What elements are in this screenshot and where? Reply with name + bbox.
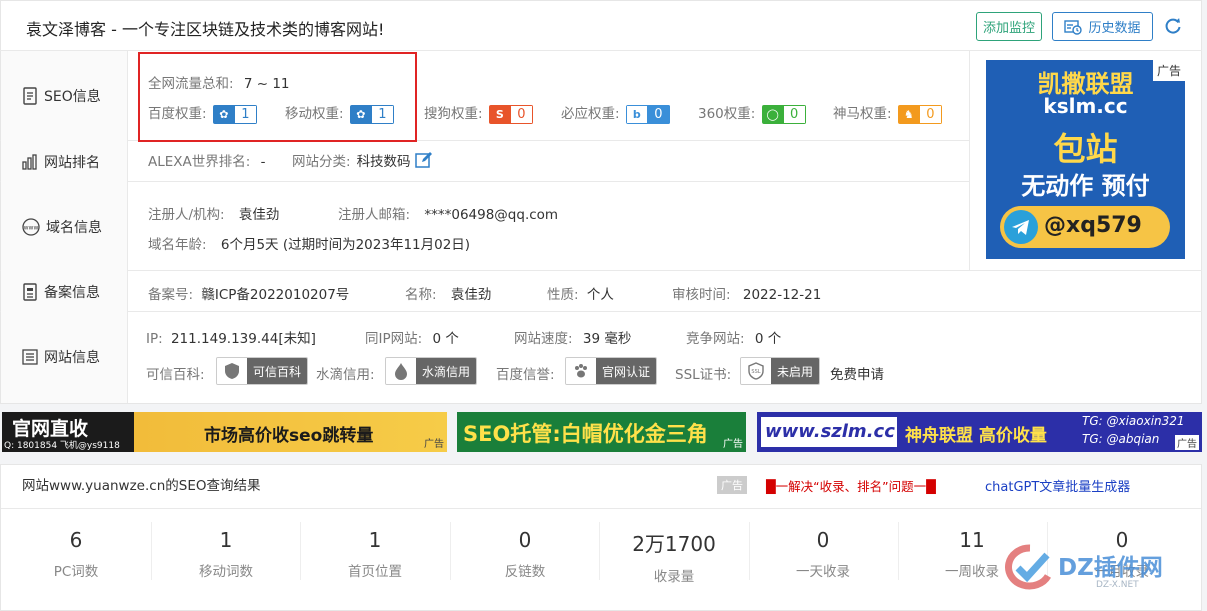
ssl-apply-link[interactable]: 免费申请 xyxy=(830,363,884,383)
www-globe-icon: www xyxy=(22,218,40,236)
credit-shuidi-badge[interactable]: 水滴信用 xyxy=(385,357,478,385)
weight-sogou[interactable]: 搜狗权重: S0 xyxy=(424,102,533,124)
divider xyxy=(0,181,969,182)
contact-pill: @xq579 xyxy=(1000,206,1170,248)
ip-address: IP: 211.149.139.44[未知] xyxy=(146,331,316,347)
site-speed: 网站速度: 39 毫秒 xyxy=(514,331,632,347)
banner-ad-2[interactable]: SEO托管:白帽优化金三角 广告 xyxy=(457,412,746,452)
divider xyxy=(0,270,1202,271)
divider xyxy=(969,50,970,270)
bar-chart-icon xyxy=(22,154,37,170)
domain-age: 域名年龄: 6个月5天 (过期时间为2023年11月02日) xyxy=(148,237,471,253)
stat-indexed[interactable]: 2万1700 收录量 xyxy=(599,508,749,585)
drop-icon xyxy=(386,358,416,384)
icp-number: 备案号: 赣ICP备2022010207号 xyxy=(148,287,350,303)
same-ip-sites[interactable]: 同IP网站: 0 个 xyxy=(365,327,459,347)
credit-baidu-label: 百度信誉: xyxy=(496,367,555,383)
domain-info-label: www 域名信息 xyxy=(22,218,102,236)
add-monitor-button[interactable]: 添加监控 xyxy=(976,12,1042,41)
record-icon xyxy=(23,283,37,301)
edit-icon[interactable] xyxy=(414,151,433,169)
shenma-icon: ♞ xyxy=(897,104,920,124)
weight-bing[interactable]: 必应权重: b0 xyxy=(561,102,670,124)
stat-day-indexed[interactable]: 0 一天收录 xyxy=(748,508,898,582)
svg-text:www: www xyxy=(24,225,39,232)
site-category: 网站分类: 科技数码 xyxy=(292,150,433,170)
watermark: DZ插件网 DZ-X.NET xyxy=(1002,540,1202,600)
stat-home-position[interactable]: 1 首页位置 xyxy=(300,508,450,582)
website-info-label: 网站信息 xyxy=(22,347,100,367)
360-icon: ◯ xyxy=(761,104,784,124)
credit-baike-label: 可信百科: xyxy=(146,367,205,383)
divider xyxy=(127,50,128,403)
registrant-email: 注册人邮箱: ****06498@qq.com xyxy=(338,207,559,223)
shield-icon xyxy=(217,358,247,384)
highlight-box xyxy=(138,52,417,142)
divider xyxy=(0,50,1202,51)
divider xyxy=(0,311,1202,312)
history-icon xyxy=(1064,19,1083,35)
icp-date: 审核时间: 2022-12-21 xyxy=(672,287,822,303)
ad-tag: 广告 xyxy=(717,476,747,494)
bing-icon: b xyxy=(625,104,648,124)
credit-baike-badge[interactable]: 可信百科 xyxy=(216,357,309,385)
history-data-button[interactable]: 历史数据 xyxy=(1052,12,1153,41)
credit-ssl-badge[interactable]: SSL 未启用 xyxy=(740,357,821,385)
history-data-label: 历史数据 xyxy=(1088,21,1141,36)
banner-ad-3[interactable]: www.szlm.cc 神舟联盟 高价收量 TG: @xiaoxin321 TG… xyxy=(757,412,1202,452)
registrant: 注册人/机构: 袁佳劲 xyxy=(148,207,280,223)
promo-link-chatgpt[interactable]: chatGPT文章批量生成器 xyxy=(985,476,1130,495)
results-title: 网站www.yuanwze.cn的SEO查询结果 xyxy=(22,478,261,494)
weight-shenma[interactable]: 神马权重: ♞ 0 xyxy=(833,102,942,124)
stat-mobile-words[interactable]: 1 移动词数 xyxy=(151,508,301,582)
site-rank-label: 网站排名 xyxy=(22,152,100,172)
promo-link-red[interactable]: █一解决“收录、排名”问题一█ xyxy=(766,476,936,495)
icp-info-label: 备案信息 xyxy=(22,282,100,302)
credit-shuidi-label: 水滴信用: xyxy=(316,367,375,383)
stat-pc-words[interactable]: 6 PC词数 xyxy=(1,508,151,582)
dz-logo-icon xyxy=(1005,544,1052,590)
credit-ssl-label: SSL证书: xyxy=(675,367,732,383)
credit-baidu-badge[interactable]: 官网认证 xyxy=(565,357,658,385)
document-icon xyxy=(23,87,37,105)
competitor-sites[interactable]: 竞争网站: 0 个 xyxy=(686,327,781,347)
ssl-shield-icon: SSL xyxy=(741,358,771,384)
icp-name: 名称: 袁佳劲 xyxy=(405,287,492,303)
paw-icon xyxy=(566,358,596,384)
seo-info-label: SEO信息 xyxy=(22,86,101,106)
stat-backlinks[interactable]: 0 反链数 xyxy=(450,508,600,582)
refresh-icon[interactable] xyxy=(1163,16,1183,36)
alexa-rank: ALEXA世界排名: - xyxy=(148,154,266,170)
sogou-icon: S xyxy=(488,104,511,124)
page-title: 袁文泽博客 - 一个专注区块链及技术类的博客网站! xyxy=(26,20,385,39)
banner-ad-1[interactable]: 官网直收 Q: 1801854 飞机@ys9118 市场高价收seo跳转量 广告 xyxy=(2,412,447,452)
icp-type: 性质: 个人 xyxy=(547,287,614,303)
svg-text:SSL: SSL xyxy=(751,369,760,375)
telegram-icon xyxy=(1004,210,1038,244)
list-icon xyxy=(22,349,38,365)
side-ad-kslm[interactable]: 凯撒联盟 kslm.cc 包站 无动作 预付 @xq579 广告 xyxy=(986,60,1185,259)
weight-360[interactable]: 360权重: ◯ 0 xyxy=(698,102,806,124)
